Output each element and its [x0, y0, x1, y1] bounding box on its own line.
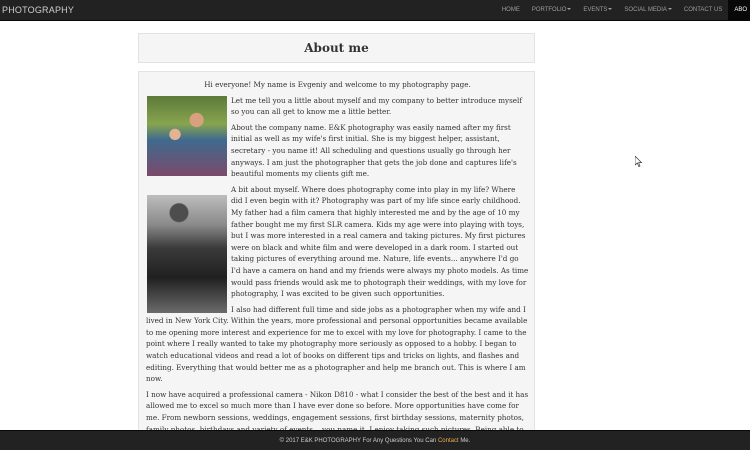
paragraph-background: A bit about myself. Where does photograp…: [146, 184, 529, 313]
about-content: Hi everyone! My name is Evgeniy and welc…: [138, 71, 535, 441]
nav-about[interactable]: ABO: [728, 0, 750, 21]
nav-home[interactable]: HOME: [496, 0, 526, 21]
nav-about-label: ABO: [734, 7, 747, 13]
nav-events[interactable]: EVENTS: [577, 0, 618, 21]
page-title: About me: [304, 41, 369, 55]
nav-contact-us-label: CONTACT US: [683, 7, 723, 13]
nav-portfolio[interactable]: PORTFOLIO: [526, 0, 578, 21]
family-photo: [147, 95, 227, 176]
caret-down-icon: [667, 8, 672, 11]
nav-home-label: HOME: [501, 7, 520, 13]
nav-portfolio-label: PORTFOLIO: [531, 7, 567, 13]
nav-events-label: EVENTS: [583, 7, 608, 13]
nav-social-media-label: SOCIAL MEDIA: [624, 7, 667, 13]
footer-prefix: © 2017 E&K PHOTOGRAPHY For Any Questions…: [279, 438, 437, 444]
nav-contact-us[interactable]: CONTACT US: [678, 0, 728, 21]
caret-down-icon: [567, 8, 572, 11]
site-brand[interactable]: PHOTOGRAPHY: [2, 5, 74, 15]
nav-social-media[interactable]: SOCIAL MEDIA: [618, 0, 677, 21]
footer-contact-link[interactable]: Contact: [438, 438, 459, 444]
paragraph-background-text: A bit about myself. Where does photograp…: [231, 184, 529, 299]
caret-down-icon: [608, 8, 613, 11]
intro-text: Hi everyone! My name is Evgeniy and welc…: [204, 80, 471, 89]
footer-suffix: Me.: [460, 438, 471, 444]
childhood-photo: [147, 194, 227, 313]
nav-menu: HOME PORTFOLIO EVENTS SOCIAL MEDIA CONTA…: [496, 0, 750, 21]
title-panel: About me: [138, 33, 535, 63]
top-navbar: PHOTOGRAPHY HOME PORTFOLIO EVENTS SOCIAL…: [0, 0, 750, 21]
paragraph-career: I also had different full time and side …: [146, 304, 528, 384]
footer: © 2017 E&K PHOTOGRAPHY For Any Questions…: [0, 430, 750, 450]
